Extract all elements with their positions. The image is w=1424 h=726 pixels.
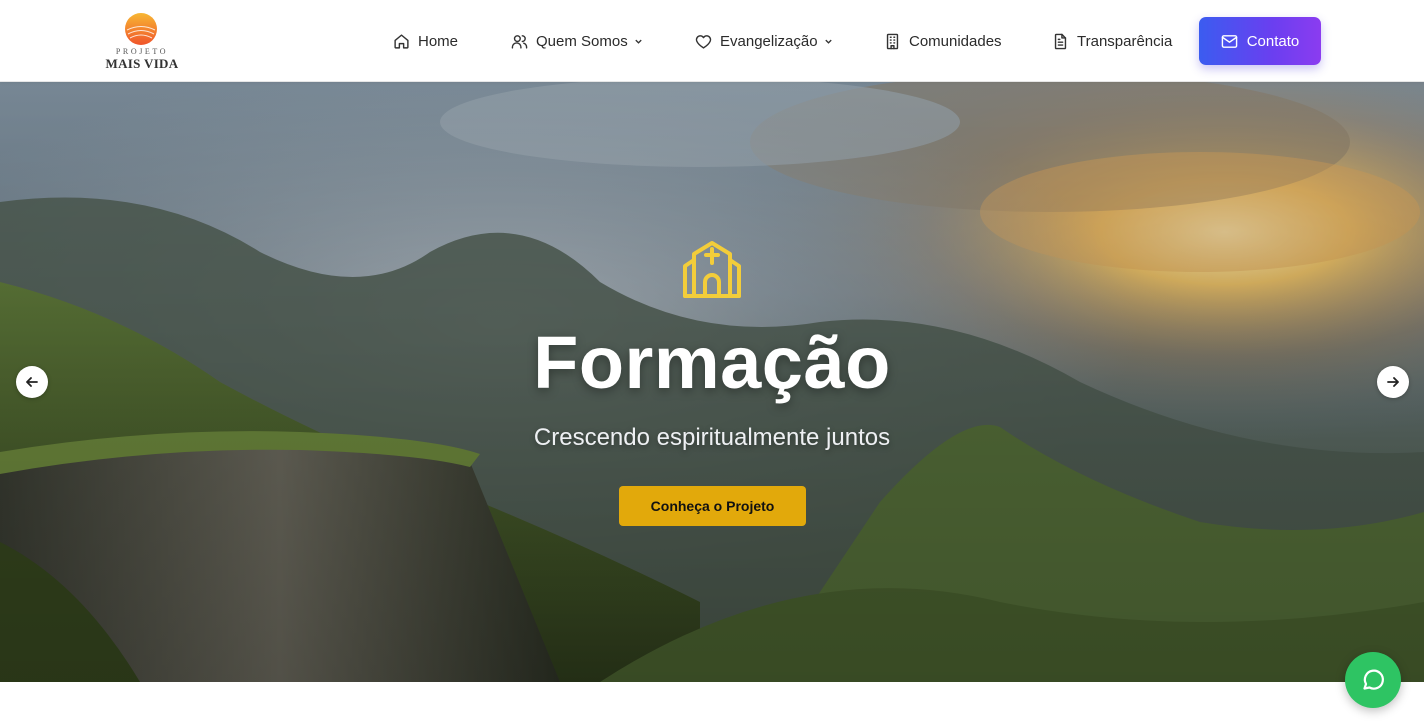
contact-button[interactable]: Contato	[1199, 17, 1321, 65]
whatsapp-chat-button[interactable]	[1345, 652, 1401, 708]
contact-button-label: Contato	[1246, 32, 1300, 50]
hero-title: Formação	[533, 321, 891, 404]
site-header: PROJETO MAIS VIDA Home Quem Somos Evange…	[0, 0, 1424, 82]
building-icon	[886, 33, 899, 49]
logo-name: MAIS VIDA	[105, 56, 179, 71]
home-icon	[394, 33, 409, 49]
carousel-next-button[interactable]	[1377, 366, 1409, 398]
arrow-right-icon	[1387, 377, 1399, 387]
nav-home[interactable]: Home	[393, 31, 458, 51]
nav-quem-somos-label: Quem Somos	[536, 32, 628, 50]
nav-transparencia[interactable]: Transparência	[1052, 31, 1172, 51]
chevron-down-icon	[635, 39, 642, 44]
nav-evangelizacao[interactable]: Evangelização	[695, 31, 833, 51]
nav-evangelizacao-label: Evangelização	[720, 32, 818, 50]
sun-logo-icon	[125, 13, 157, 45]
hero-subtitle: Crescendo espiritualmente juntos	[533, 424, 891, 451]
mail-icon	[1221, 34, 1238, 48]
nav-comunidades[interactable]: Comunidades	[884, 31, 1002, 51]
logo-tagline: PROJETO	[115, 47, 169, 56]
document-icon	[1054, 33, 1067, 49]
chevron-down-icon	[824, 39, 832, 44]
hero-cta-button[interactable]: Conheça o Projeto	[619, 486, 806, 526]
carousel-prev-button[interactable]	[16, 366, 48, 398]
nav-comunidades-label: Comunidades	[909, 32, 1002, 50]
nav-home-label: Home	[418, 32, 459, 50]
users-icon	[511, 34, 528, 49]
hero-carousel: Formação Crescendo espiritualmente junto…	[0, 82, 1424, 682]
nav-transparencia-label: Transparência	[1077, 32, 1173, 50]
church-icon	[683, 241, 741, 298]
logo[interactable]: PROJETO MAIS VIDA	[104, 12, 184, 72]
nav-quem-somos[interactable]: Quem Somos	[511, 31, 643, 51]
chat-bubble-icon	[1363, 669, 1384, 690]
heart-icon	[695, 34, 712, 49]
arrow-left-icon	[26, 377, 38, 387]
